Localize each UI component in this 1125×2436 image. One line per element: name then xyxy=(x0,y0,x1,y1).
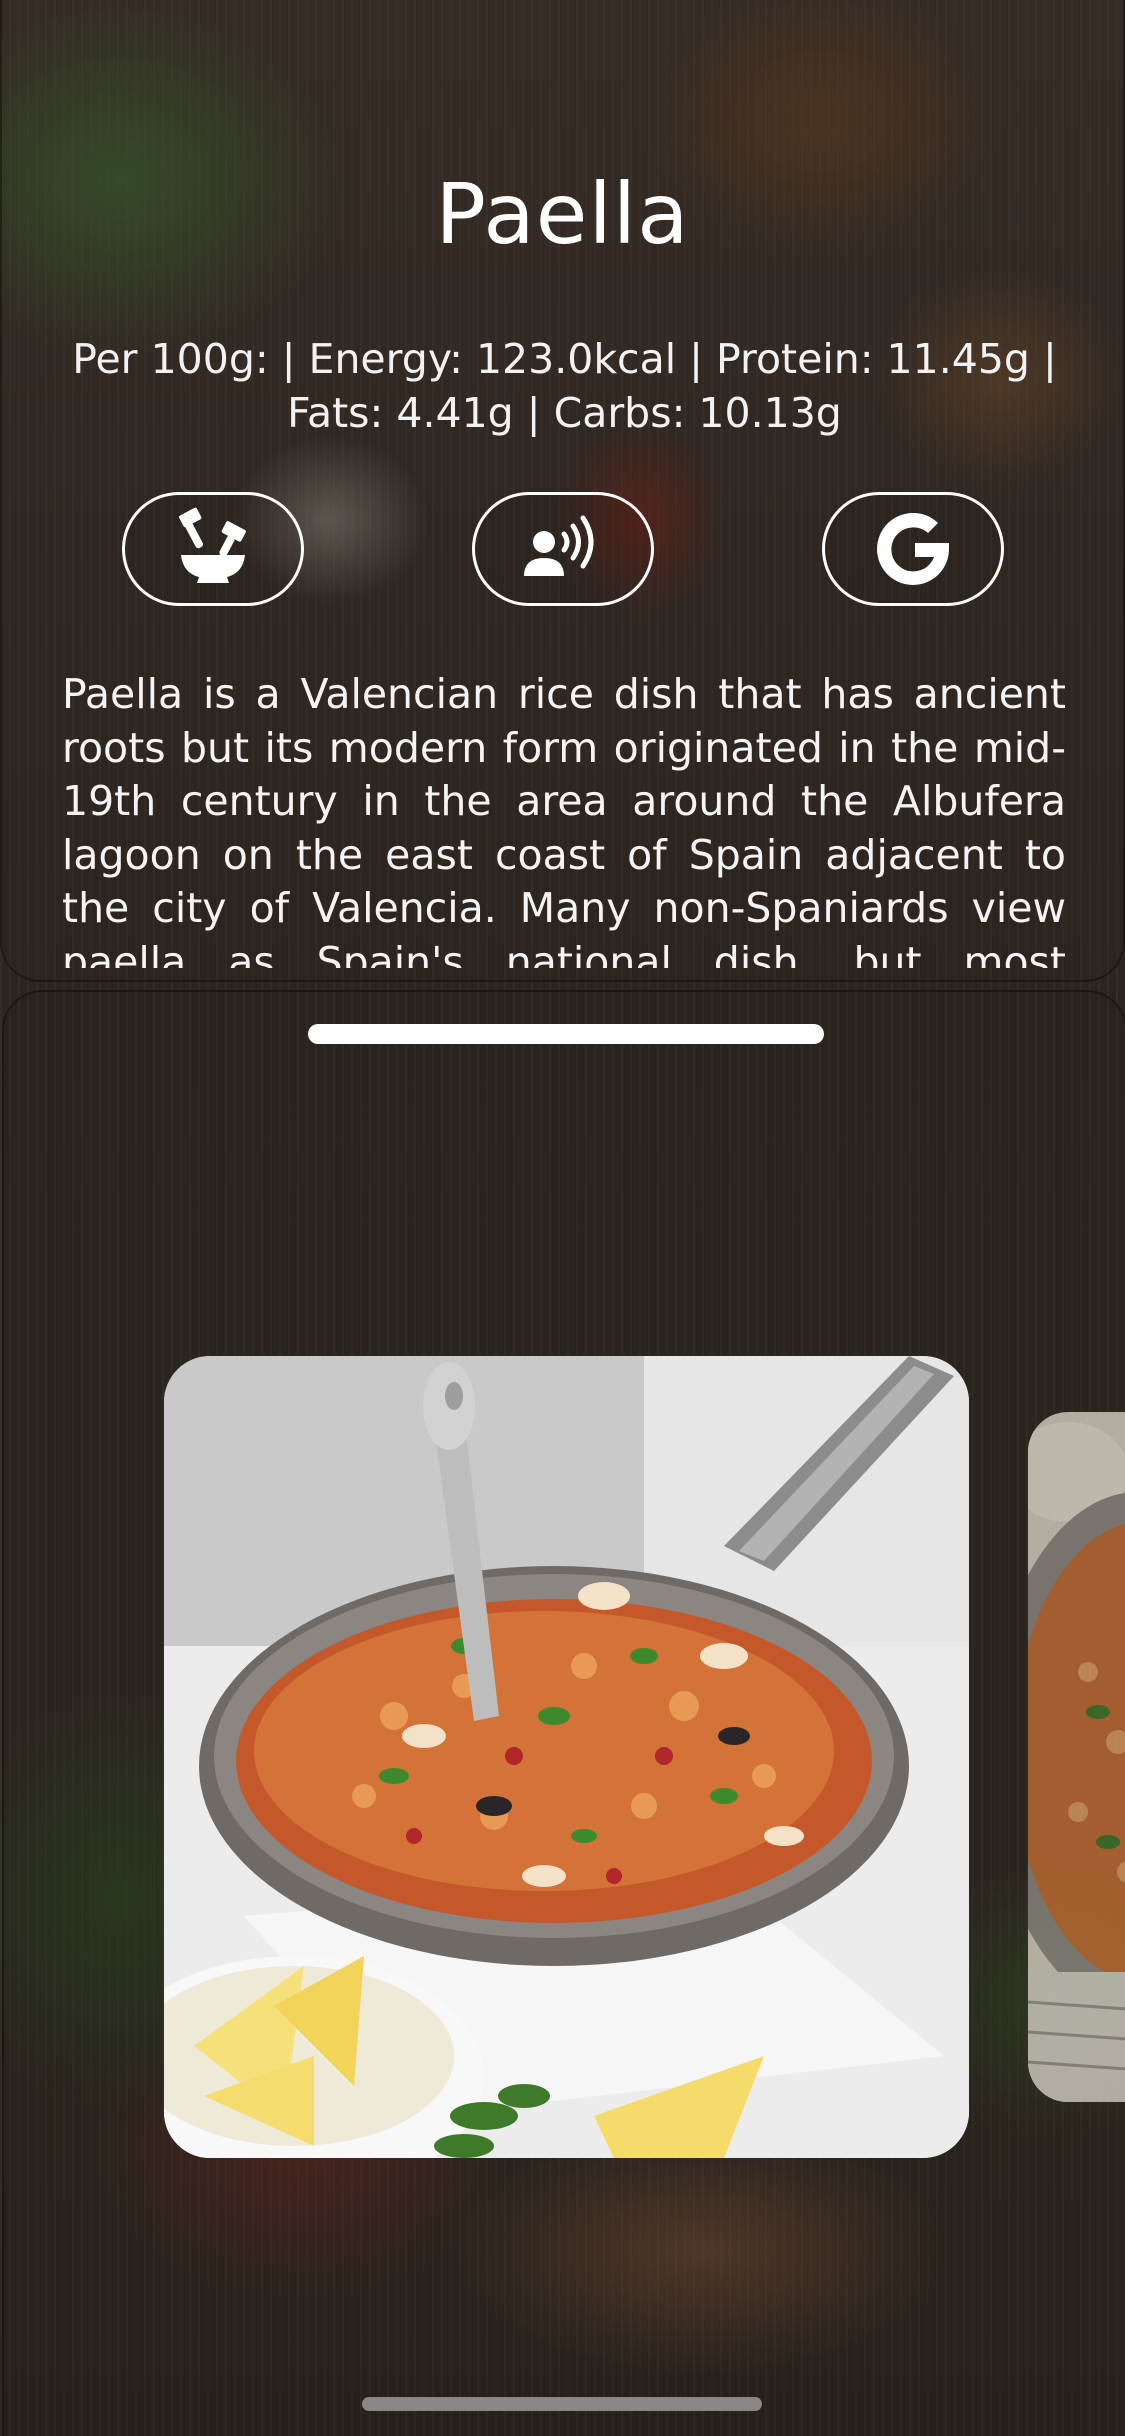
recipe-button[interactable] xyxy=(122,492,304,606)
screen: Paella Per 100g: | Energy: 123.0kcal | P… xyxy=(0,0,1125,2436)
dish-photo[interactable] xyxy=(164,1356,969,2158)
sheet-drag-handle[interactable] xyxy=(308,1024,824,1044)
dish-info-card: Paella Per 100g: | Energy: 123.0kcal | P… xyxy=(0,0,1125,982)
speak-button[interactable] xyxy=(472,492,654,606)
photo-gallery-sheet[interactable] xyxy=(2,990,1125,2436)
google-search-button[interactable] xyxy=(822,492,1004,606)
dish-description: Paella is a Valencian rice dish that has… xyxy=(62,670,1066,968)
google-icon xyxy=(871,507,955,591)
next-dish-photo[interactable] xyxy=(1028,1412,1125,2102)
mortar-pestle-icon xyxy=(171,507,255,591)
nutrition-summary: Per 100g: | Energy: 123.0kcal | Protein:… xyxy=(72,335,1057,437)
dish-title: Paella xyxy=(435,165,690,263)
speaking-person-icon xyxy=(518,514,608,584)
home-indicator[interactable] xyxy=(362,2397,762,2411)
